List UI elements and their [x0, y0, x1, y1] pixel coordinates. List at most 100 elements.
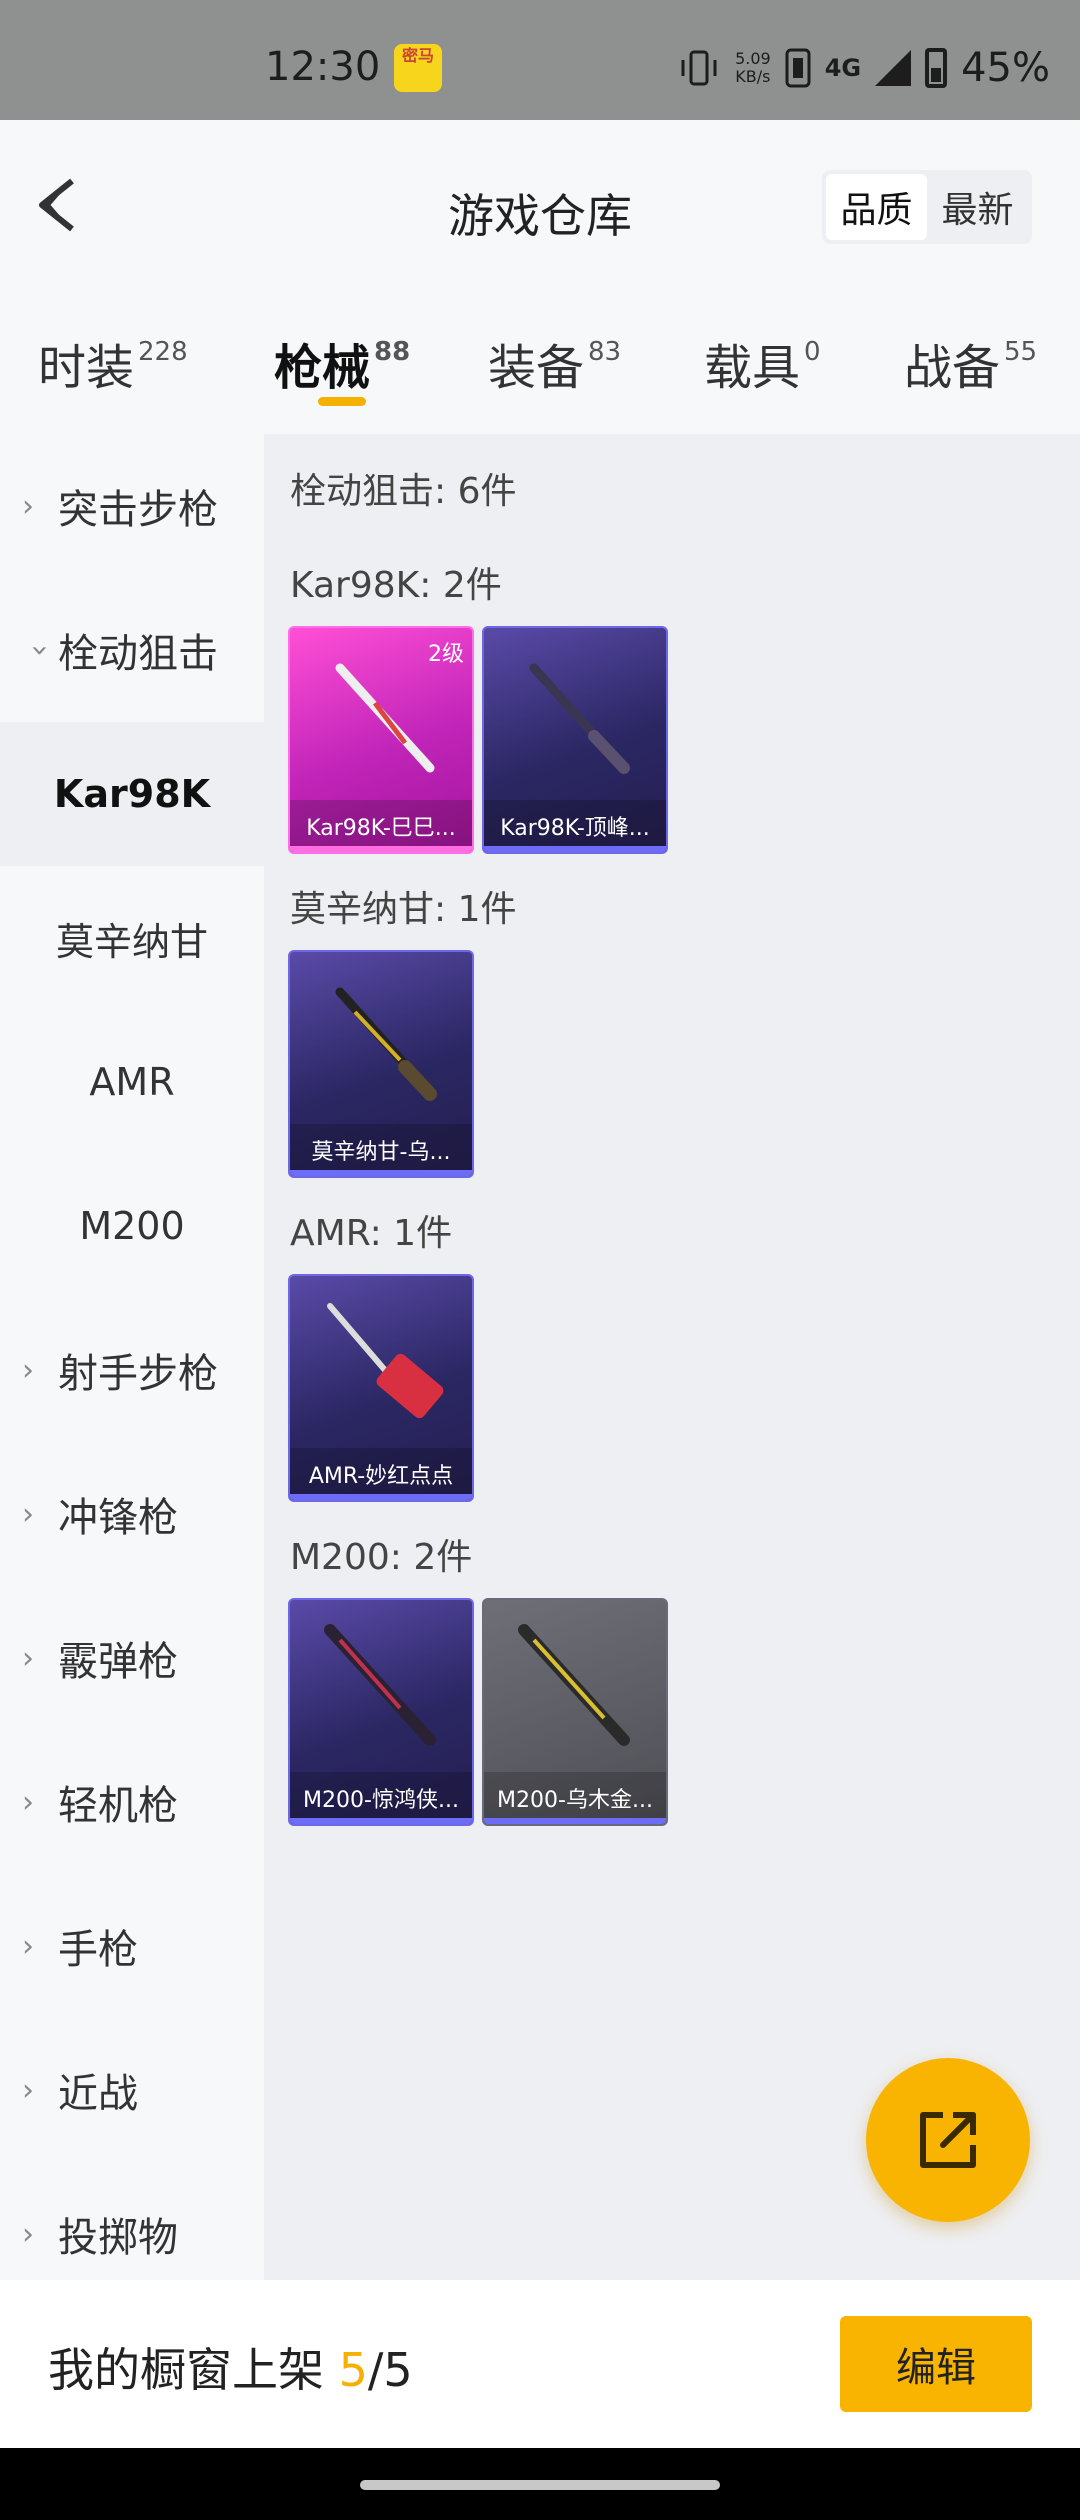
tab-label: 战备: [904, 340, 1001, 396]
bottom-bar: 我的橱窗上架 5/5 编辑: [0, 2280, 1080, 2448]
chevron-right-icon: ›: [22, 1496, 34, 1532]
sidebar-item-label: 霰弹枪: [58, 1639, 178, 1685]
rifle-icon: [529, 663, 630, 774]
edit-button[interactable]: 编辑: [840, 2316, 1032, 2412]
network-type: 4G: [824, 54, 862, 82]
status-indicators: 5.09 KB/s 4G 45%: [677, 44, 1050, 92]
item-card[interactable]: M200-乌木金...: [482, 1598, 668, 1826]
sort-option-newest[interactable]: 最新: [927, 174, 1028, 240]
sidebar-subitem-m200[interactable]: M200: [0, 1154, 264, 1298]
sidebar-item-label: 手枪: [58, 1927, 138, 1973]
item-level-badge: 2级: [428, 642, 464, 667]
sim-icon: [785, 48, 811, 88]
tab-tactical[interactable]: 战备 55: [904, 328, 1037, 398]
showcase-current: 5: [338, 2343, 368, 2397]
content-panel: 栓动狙击: 6件 Kar98K: 2件 2级 Kar98K-巳巳... Kar9…: [264, 434, 1080, 2280]
rifle-icon: [335, 663, 435, 773]
sidebar-item-label: 栓动狙击: [58, 631, 218, 677]
sidebar-item-label: 突击步枪: [58, 487, 218, 533]
item-card[interactable]: AMR-妙红点点: [288, 1274, 474, 1502]
item-card[interactable]: 莫辛纳甘-乌...: [288, 950, 474, 1178]
signal-icon: [875, 50, 912, 86]
chevron-right-icon: ›: [22, 1928, 34, 1964]
sidebar: › 突击步枪 › 栓动狙击 Kar98K 莫辛纳甘 AMR M200 › 射手步…: [0, 434, 264, 2280]
rarity-bar: [290, 1494, 472, 1500]
tab-label: 装备: [488, 340, 585, 396]
sidebar-item-label: 冲锋枪: [58, 1495, 178, 1541]
item-name: 莫辛纳甘-乌...: [290, 1124, 472, 1176]
net-speed-value: 5.09: [735, 49, 771, 68]
sidebar-item-melee[interactable]: › 近战: [0, 2018, 264, 2162]
sort-option-quality[interactable]: 品质: [826, 174, 927, 240]
tab-guns[interactable]: 枪械 88: [274, 328, 410, 398]
rarity-bar: [290, 846, 472, 852]
sidebar-item-marksman-rifle[interactable]: › 射手步枪: [0, 1298, 264, 1442]
net-speed-unit: KB/s: [735, 67, 771, 86]
chevron-right-icon: ›: [22, 1352, 34, 1388]
sidebar-item-shotgun[interactable]: › 霰弹枪: [0, 1586, 264, 1730]
rarity-bar: [484, 1818, 666, 1824]
tab-count: 55: [1004, 337, 1038, 367]
showcase-label: 我的橱窗上架: [48, 2343, 324, 2397]
sidebar-item-pistol[interactable]: › 手枪: [0, 1874, 264, 2018]
group-label-amr: AMR: 1件: [290, 1213, 453, 1254]
sidebar-item-label: 轻机枪: [58, 1783, 178, 1829]
category-summary: 栓动狙击: 6件: [290, 471, 517, 512]
item-card[interactable]: M200-惊鸿侠...: [288, 1598, 474, 1826]
tab-count: 83: [588, 337, 622, 367]
tab-label: 时装: [38, 340, 135, 396]
sort-toggle: 品质 最新: [822, 170, 1032, 244]
tab-vehicles[interactable]: 载具 0: [704, 328, 821, 398]
rifle-icon: [335, 987, 437, 1101]
tab-fashion[interactable]: 时装 228: [38, 328, 188, 398]
group-label-kar98k: Kar98K: 2件: [290, 565, 502, 606]
status-bar: 12:30 密马 5.09 KB/s 4G 45%: [0, 0, 1080, 120]
item-name: Kar98K-巳巳...: [290, 800, 472, 852]
sidebar-item-smg[interactable]: › 冲锋枪: [0, 1442, 264, 1586]
group-label-m200: M200: 2件: [290, 1537, 473, 1578]
sidebar-item-label: 投掷物: [58, 2215, 178, 2261]
sidebar-subitem-kar98k[interactable]: Kar98K: [0, 722, 264, 866]
item-card[interactable]: 2级 Kar98K-巳巳...: [288, 626, 474, 854]
sidebar-subitem-amr[interactable]: AMR: [0, 1010, 264, 1154]
sidebar-item-lmg[interactable]: › 轻机枪: [0, 1730, 264, 1874]
chevron-down-icon: ›: [22, 644, 58, 656]
share-fab-button[interactable]: [866, 2058, 1030, 2222]
item-card[interactable]: Kar98K-顶峰...: [482, 626, 668, 854]
chevron-right-icon: ›: [22, 488, 34, 524]
rarity-bar: [484, 846, 666, 852]
rifle-icon: [327, 1303, 444, 1419]
net-speed: 5.09 KB/s: [735, 50, 771, 86]
vibrate-icon: [681, 50, 717, 86]
showcase-total: 5: [383, 2343, 413, 2397]
group-label-mosin: 莫辛纳甘: 1件: [290, 889, 517, 930]
chevron-right-icon: ›: [22, 2072, 34, 2108]
sidebar-subitem-mosin[interactable]: 莫辛纳甘: [0, 866, 264, 1010]
tab-label: 枪械: [274, 340, 371, 396]
chevron-right-icon: ›: [22, 2216, 34, 2252]
sidebar-item-label: 近战: [58, 2071, 138, 2117]
battery-icon: [925, 48, 948, 88]
tab-count: 0: [804, 337, 821, 367]
rarity-bar: [290, 1170, 472, 1176]
rarity-bar: [290, 1818, 472, 1824]
active-tab-indicator: [318, 397, 366, 406]
item-name: Kar98K-顶峰...: [484, 800, 666, 852]
item-name: M200-惊鸿侠...: [290, 1772, 472, 1824]
system-nav-bar: [0, 2448, 1080, 2520]
battery-level: 45%: [961, 45, 1050, 91]
tab-label: 载具: [704, 340, 801, 396]
tab-count: 228: [138, 337, 188, 367]
sidebar-item-assault-rifle[interactable]: › 突击步枪: [0, 434, 264, 578]
item-name: AMR-妙红点点: [290, 1448, 472, 1500]
chevron-right-icon: ›: [22, 1784, 34, 1820]
home-gesture-handle[interactable]: [360, 2480, 720, 2490]
tab-equipment[interactable]: 装备 83: [488, 328, 621, 398]
sidebar-item-label: 射手步枪: [58, 1351, 218, 1397]
sidebar-item-bolt-sniper[interactable]: › 栓动狙击: [0, 578, 264, 722]
item-name: M200-乌木金...: [484, 1772, 666, 1824]
showcase-separator: /: [367, 2343, 384, 2397]
tab-count: 88: [374, 337, 411, 367]
category-tabs: 时装 228 枪械 88 装备 83 载具 0 战备 55: [0, 310, 1080, 430]
status-time: 12:30: [265, 44, 381, 90]
